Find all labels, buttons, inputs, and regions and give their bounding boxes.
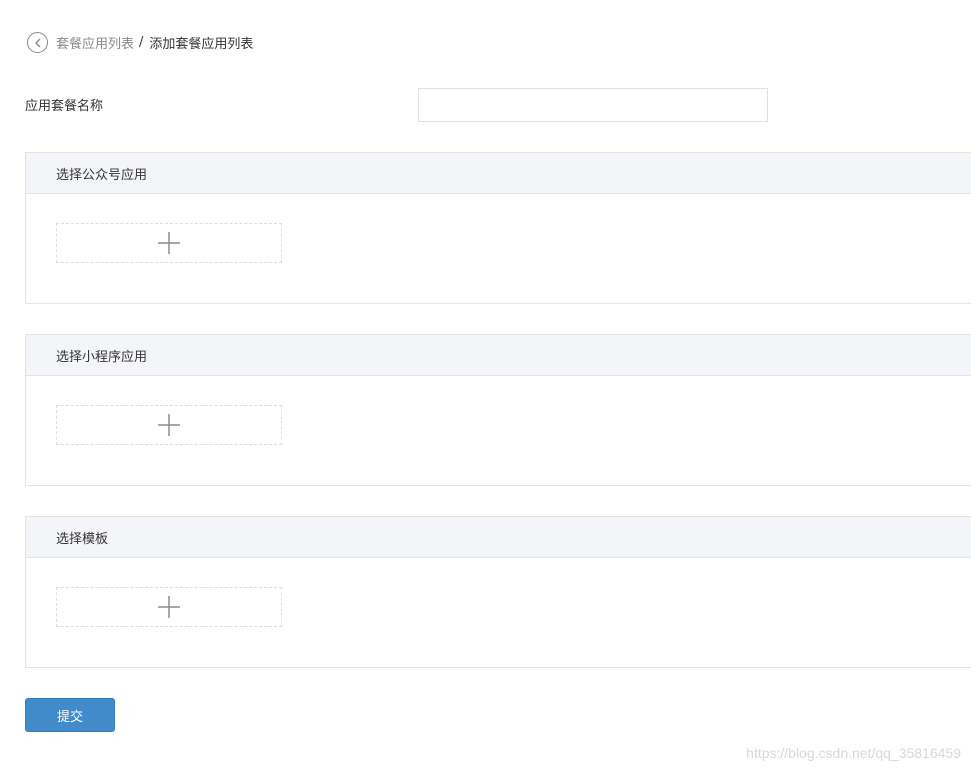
package-name-input[interactable] bbox=[418, 88, 768, 122]
plus-icon bbox=[158, 596, 180, 618]
plus-icon bbox=[158, 232, 180, 254]
mini-program-apps-panel: 选择小程序应用 bbox=[25, 334, 971, 486]
plus-icon bbox=[158, 414, 180, 436]
add-template-button[interactable] bbox=[56, 587, 282, 627]
panel-title: 选择公众号应用 bbox=[26, 153, 971, 194]
add-official-account-app-button[interactable] bbox=[56, 223, 282, 263]
panel-title: 选择小程序应用 bbox=[26, 335, 971, 376]
chevron-left-icon bbox=[34, 38, 40, 47]
back-button[interactable] bbox=[27, 32, 48, 53]
breadcrumb: 套餐应用列表 / 添加套餐应用列表 bbox=[27, 30, 253, 55]
official-account-apps-panel: 选择公众号应用 bbox=[25, 152, 971, 304]
submit-button[interactable]: 提交 bbox=[25, 698, 115, 732]
panel-title: 选择模板 bbox=[26, 517, 971, 558]
breadcrumb-separator: / bbox=[139, 35, 144, 50]
watermark-text: https://blog.csdn.net/qq_35816459 bbox=[746, 745, 961, 761]
templates-panel: 选择模板 bbox=[25, 516, 971, 668]
breadcrumb-current: 添加套餐应用列表 bbox=[149, 37, 254, 52]
add-mini-program-app-button[interactable] bbox=[56, 405, 282, 445]
breadcrumb-parent-link[interactable]: 套餐应用列表 bbox=[56, 33, 134, 52]
package-name-label: 应用套餐名称 bbox=[25, 99, 104, 114]
